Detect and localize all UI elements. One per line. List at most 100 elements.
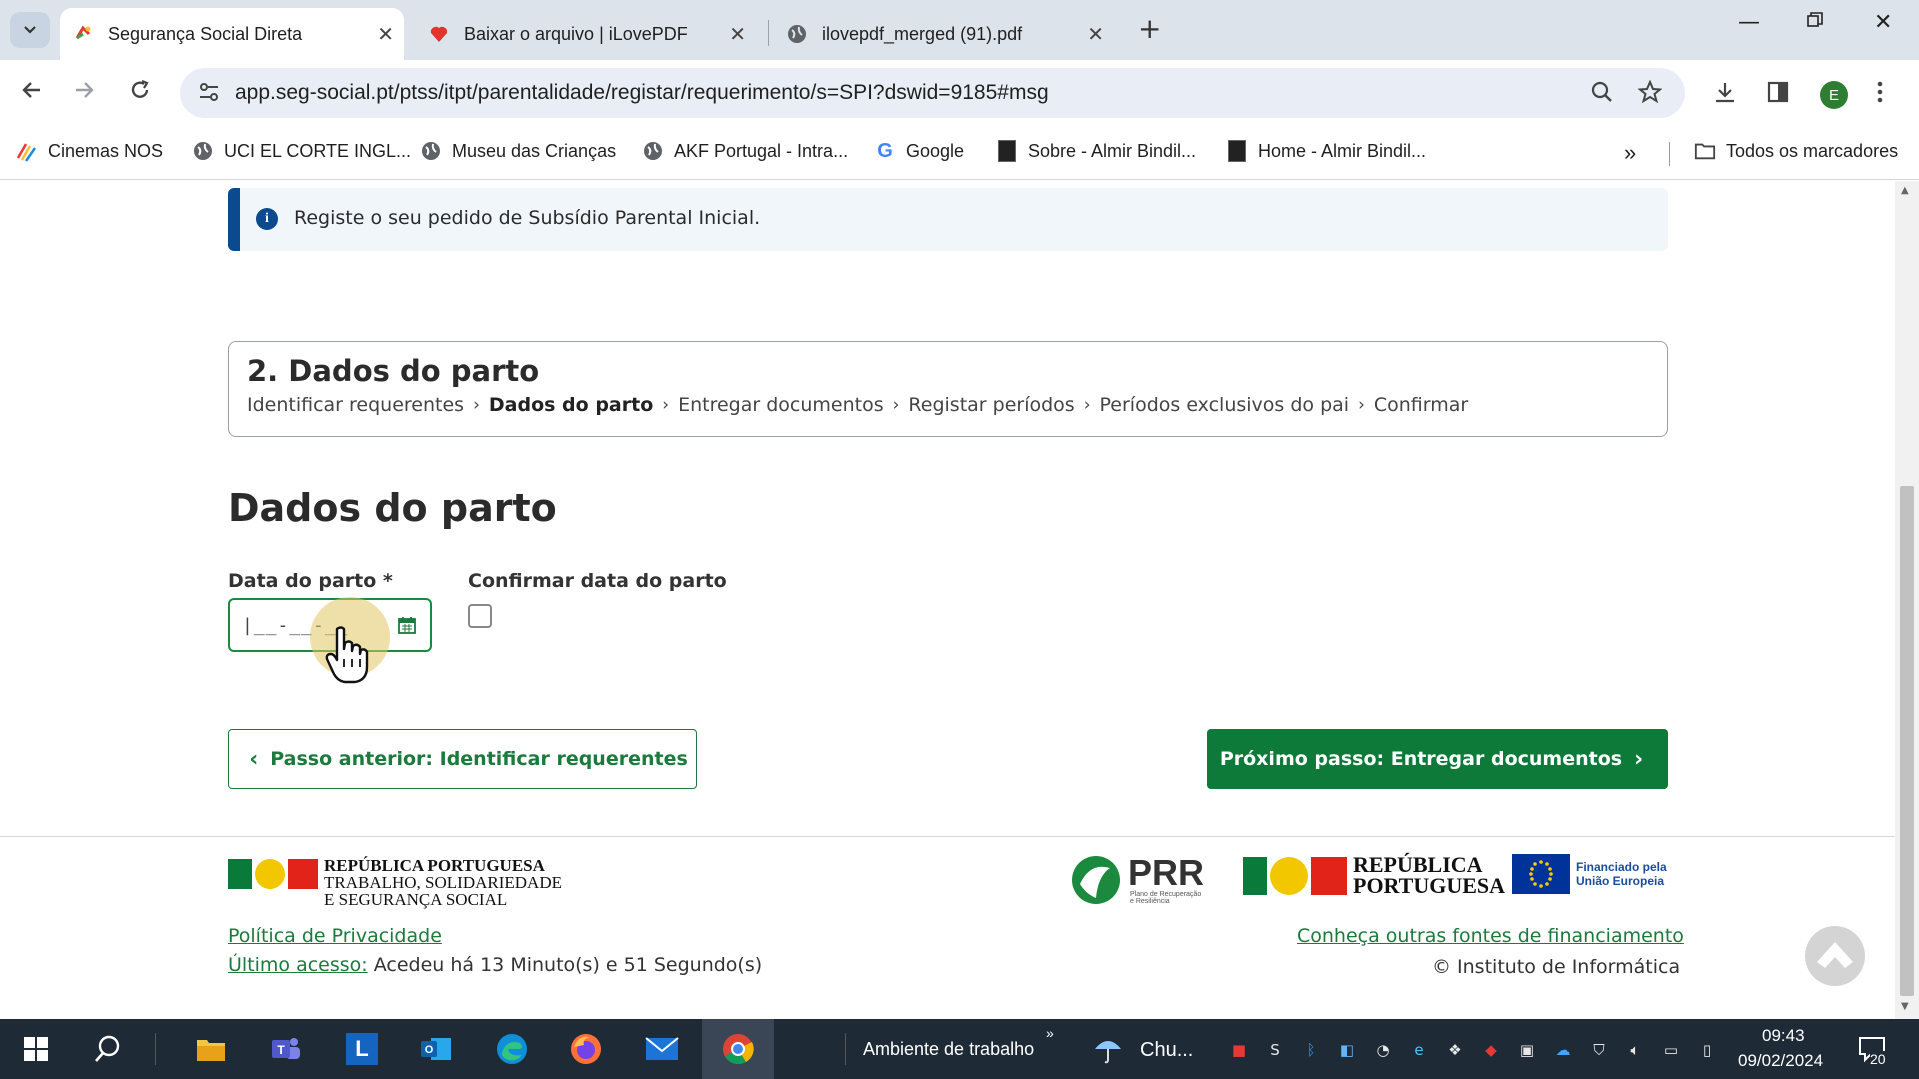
page-scrollbar[interactable]: ▲ ▼ — [1895, 181, 1919, 1019]
back-arrow-icon[interactable] — [20, 78, 44, 109]
confirm-date-checkbox[interactable] — [468, 604, 492, 628]
chrome-icon[interactable] — [720, 1031, 756, 1067]
back-to-top-button[interactable] — [1805, 926, 1865, 986]
anydesk-icon[interactable]: ◆ — [1480, 1039, 1502, 1061]
bookmark-uci[interactable]: UCI EL CORTE INGL... — [192, 140, 411, 162]
calendar-icon[interactable] — [398, 616, 416, 638]
step-dados-do-parto: Dados do parto — [488, 394, 654, 416]
scroll-up-arrow-icon[interactable]: ▲ — [1901, 185, 1909, 196]
funding-sources-link[interactable]: Conheça outras fontes de financiamento — [1297, 925, 1684, 947]
chevron-right-icon: › — [892, 395, 900, 415]
step-breadcrumb: Identificar requerentes › Dados do parto… — [247, 394, 1468, 416]
bookmark-museu[interactable]: Museu das Crianças — [420, 140, 616, 162]
close-tab-icon[interactable]: ✕ — [1087, 22, 1104, 47]
rp-line2: PORTUGUESA — [1353, 873, 1506, 898]
step-title: 2. Dados do parto — [247, 354, 540, 388]
meet-now-icon[interactable]: ▣ — [1516, 1039, 1538, 1061]
scrollbar-thumb[interactable] — [1900, 486, 1914, 996]
prr-emblem-icon — [1072, 856, 1120, 904]
more-bookmarks-chevron-icon[interactable]: » — [1624, 140, 1636, 166]
tab-ilovepdf[interactable]: Baixar o arquivo | iLovePDF ✕ — [416, 8, 756, 60]
new-tab-plus-icon[interactable]: + — [1138, 14, 1161, 44]
battery-icon[interactable]: ▯ — [1696, 1039, 1718, 1061]
tab-seguranca-social[interactable]: Segurança Social Direta ✕ — [60, 8, 404, 60]
windows-taskbar: T L O Ambiente de trabalho » Chu... ■ S … — [0, 1019, 1919, 1079]
volume-icon[interactable]: 🔈︎ — [1624, 1039, 1646, 1061]
bookmark-home-almir[interactable]: Home - Almir Bindil... — [1226, 140, 1426, 162]
l-app-icon[interactable]: L — [344, 1031, 380, 1067]
date-field-label: Data do parto * — [228, 570, 393, 592]
bookmarks-bar: Cinemas NOS UCI EL CORTE INGL... Museu d… — [0, 128, 1919, 180]
teams-icon[interactable]: T — [268, 1031, 304, 1067]
address-bar[interactable]: app.seg-social.pt/ptss/itpt/parentalidad… — [180, 68, 1685, 118]
close-tab-icon[interactable]: ✕ — [729, 22, 746, 47]
globe-icon — [786, 23, 808, 45]
download-icon[interactable] — [1712, 80, 1738, 110]
weather-umbrella-icon[interactable] — [1090, 1031, 1126, 1067]
clock-time[interactable]: 09:43 — [1762, 1026, 1805, 1046]
skype-icon[interactable]: S — [1264, 1039, 1286, 1061]
eu-flag-icon — [1512, 854, 1570, 894]
privacy-policy-link[interactable]: Política de Privacidade — [228, 925, 442, 947]
bookmark-cinemas-nos[interactable]: Cinemas NOS — [16, 140, 163, 162]
dropbox-icon[interactable]: ❖ — [1444, 1039, 1466, 1061]
bookmarks-divider — [1669, 142, 1670, 166]
previous-step-button[interactable]: ‹ Passo anterior: Identificar requerente… — [228, 729, 697, 789]
forward-arrow-icon[interactable] — [72, 78, 96, 109]
close-window-icon[interactable]: ✕ — [1874, 10, 1892, 35]
security-shield-icon[interactable]: ⛉ — [1588, 1039, 1610, 1061]
profile-avatar[interactable]: E — [1820, 81, 1848, 109]
site-settings-icon[interactable] — [198, 81, 220, 107]
outlook-icon[interactable]: O — [418, 1031, 454, 1067]
weather-text[interactable]: Chu... — [1140, 1039, 1193, 1062]
side-panel-icon[interactable] — [1766, 80, 1790, 108]
toolbar-expand-chevron-icon[interactable]: » — [1046, 1025, 1054, 1041]
more-menu-icon[interactable] — [1876, 80, 1884, 108]
chevron-right-icon: › — [473, 395, 480, 415]
bookmark-akf[interactable]: AKF Portugal - Intra... — [642, 140, 848, 162]
minimize-icon[interactable]: — — [1738, 10, 1760, 35]
globe-icon — [642, 140, 664, 162]
edge-icon[interactable] — [494, 1031, 530, 1067]
bookmark-label: Cinemas NOS — [48, 140, 164, 161]
folder-icon — [1694, 140, 1716, 162]
file-explorer-icon[interactable] — [193, 1031, 229, 1067]
next-step-button[interactable]: Próximo passo: Entregar documentos › — [1207, 729, 1668, 789]
svg-text:O: O — [425, 1044, 434, 1056]
bookmark-label: Google — [906, 140, 965, 161]
rp-line1: REPÚBLICA — [1353, 852, 1483, 877]
globe-icon — [420, 140, 442, 162]
taskbar-divider — [845, 1033, 846, 1065]
zoom-icon[interactable] — [1590, 80, 1614, 110]
restore-icon[interactable] — [1806, 10, 1824, 35]
step-identificar-requerentes: Identificar requerentes — [247, 394, 465, 416]
bookmark-sobre-almir[interactable]: Sobre - Almir Bindil... — [996, 140, 1196, 162]
logo-line1: REPÚBLICA PORTUGUESA — [324, 856, 545, 875]
bluetooth-icon[interactable]: ᛒ — [1300, 1039, 1322, 1061]
tab-pdf-merged[interactable]: ilovepdf_merged (91).pdf ✕ — [774, 8, 1114, 60]
logo-line3: E SEGURANÇA SOCIAL — [324, 890, 508, 909]
all-bookmarks-folder[interactable]: Todos os marcadores — [1694, 140, 1898, 162]
windows-start-icon[interactable] — [18, 1031, 54, 1067]
mail-icon[interactable] — [644, 1031, 680, 1067]
onedrive-icon[interactable]: ☁ — [1552, 1039, 1574, 1061]
e-tray-icon[interactable]: e — [1408, 1039, 1430, 1061]
last-access-link[interactable]: Último acesso: — [228, 954, 368, 976]
close-tab-icon[interactable]: ✕ — [377, 22, 394, 47]
scroll-down-arrow-icon[interactable]: ▼ — [1901, 1001, 1909, 1012]
prr-text: PRR — [1128, 852, 1205, 893]
k-tray-icon[interactable]: ◧ — [1336, 1039, 1358, 1061]
bookmark-star-icon[interactable] — [1637, 79, 1663, 110]
wifi-icon[interactable]: ◔ — [1372, 1039, 1394, 1061]
reload-icon[interactable] — [128, 78, 152, 109]
tab-search-button[interactable] — [10, 12, 50, 48]
info-banner: i Registe o seu pedido de Subsídio Paren… — [228, 188, 1668, 251]
search-icon[interactable] — [90, 1031, 126, 1067]
firefox-icon[interactable] — [568, 1031, 604, 1067]
desktop-toolbar-label[interactable]: Ambiente de trabalho — [863, 1039, 1034, 1060]
network-icon[interactable]: ▭ — [1660, 1039, 1682, 1061]
bookmark-google[interactable]: G Google — [874, 140, 964, 162]
clock-date[interactable]: 09/02/2024 — [1738, 1051, 1823, 1071]
almir-site-icon — [1226, 140, 1248, 162]
tray-app-icon[interactable]: ■ — [1228, 1039, 1250, 1061]
